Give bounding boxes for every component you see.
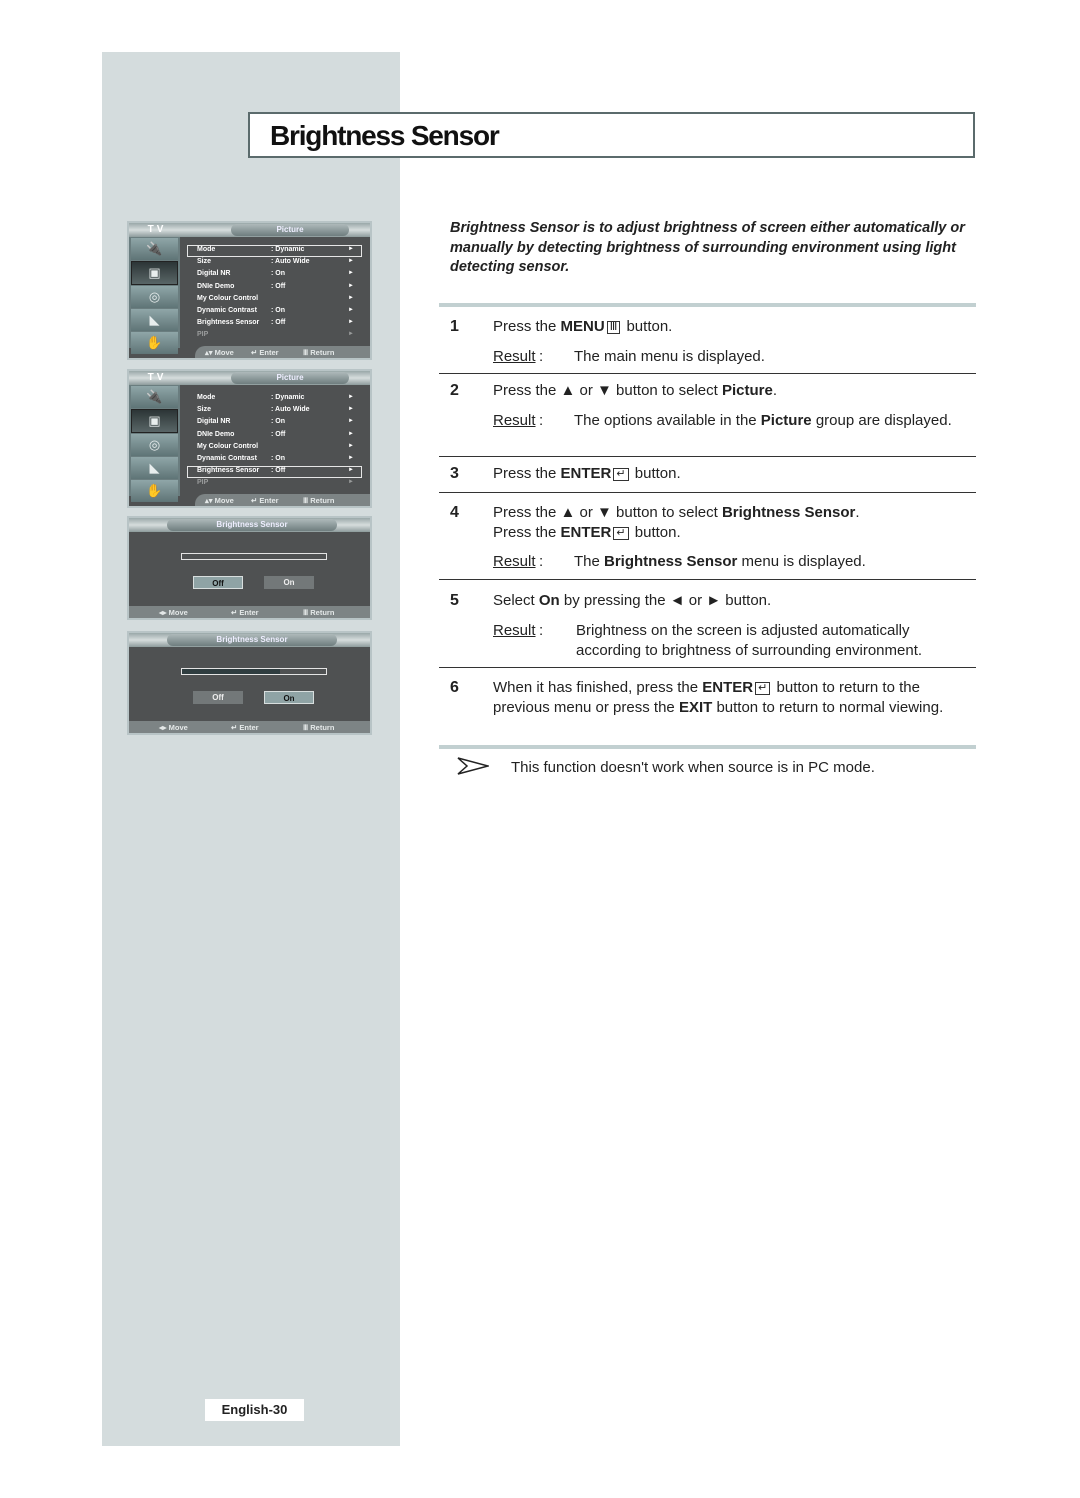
osd-menu-item-mode[interactable]: Mode: Dynamic ► [187,245,362,258]
osd-menu-item-size[interactable]: Size: Auto Wide ► [187,257,362,269]
osd-footer: ◂▸ Move ↵ Enter Ⅲ Return [129,606,370,618]
osd-return-hint: Ⅲ Return [303,608,335,617]
osd-menu-item-dynamic-contrast[interactable]: Dynamic Contrast: On ► [187,306,362,318]
page-title-box: Brightness Sensor [248,112,975,158]
brightness-level-fill [182,669,280,674]
osd-menu-item-brightness-sensor[interactable]: Brightness Sensor: Off ► [187,466,362,479]
channel-icon: ◣ [131,457,178,479]
brightness-level-bar [181,553,327,560]
osd-move-hint: ▴▾ Move [205,348,234,357]
arrow-right-icon: ► [348,319,354,326]
input-icon: 🔌 [131,386,178,408]
osd-title: Picture [231,372,349,384]
osd-tv-label: TV [147,372,167,383]
osd-footer: ▴▾ Move ↵ Enter Ⅲ Return [195,346,370,358]
osd-menu-item-brightness-sensor[interactable]: Brightness Sensor: Off ► [187,318,362,330]
osd-menu-item-digital-nr[interactable]: Digital NR: On ► [187,417,362,429]
arrow-right-icon: ► [348,270,354,277]
osd-menu-item-mode[interactable]: Mode: Dynamic ► [187,393,362,405]
osd-menu-item-size[interactable]: Size: Auto Wide ► [187,405,362,417]
arrow-right-icon: ► [348,331,354,338]
arrow-right-icon: ► [348,430,354,437]
off-button[interactable]: Off [193,576,243,589]
osd-enter-hint: ↵ Enter [251,348,279,357]
arrow-right-icon: ► [348,258,354,265]
osd-move-hint: ◂▸ Move [159,723,188,732]
divider [439,579,976,580]
osd-return-hint: Ⅲ Return [303,348,335,357]
divider [439,492,976,493]
off-button[interactable]: Off [193,691,243,704]
osd-footer: ◂▸ Move ↵ Enter Ⅲ Return [129,721,370,733]
enter-icon: ↵ [613,468,629,481]
input-icon: 🔌 [131,238,178,260]
arrow-right-icon: ► [348,454,354,461]
setup-icon: ✋ [131,332,178,354]
osd-menu-item-digital-nr[interactable]: Digital NR: On ► [187,269,362,281]
menu-icon: Ⅲ [606,321,621,334]
osd-menu-list: Mode: Dynamic ► Size: Auto Wide ► Digital … [187,393,362,491]
osd-dialog-title: Brightness Sensor [167,634,337,646]
divider [439,373,976,374]
osd-brightness-dialog-off: Brightness Sensor Off On ◂▸ Move ↵ Enter… [127,516,372,620]
osd-menu-item-dnie-demo[interactable]: DNIe Demo: Off ► [187,430,362,442]
osd-menu-item-my-colour-control[interactable]: My Colour Control ► [187,294,362,306]
osd-enter-hint: ↵ Enter [251,496,279,505]
channel-icon: ◣ [131,309,178,331]
osd-menu-item-pip: PIP ► [197,331,354,339]
osd-picture-menu-2: TV Picture 🔌 ▣ ◎ ◣ ✋ Mode: Dynamic ► Size… [127,369,372,508]
arrow-right-icon: ► [348,479,354,486]
page-title: Brightness Sensor [270,120,500,151]
sound-icon: ◎ [131,286,178,308]
setup-icon: ✋ [131,480,178,502]
brightness-level-bar [181,668,327,675]
osd-dialog-title: Brightness Sensor [167,519,337,531]
osd-icon-column: 🔌 ▣ ◎ ◣ ✋ [129,385,180,502]
divider-top [439,303,976,307]
osd-brightness-dialog-on: Brightness Sensor Off On ◂▸ Move ↵ Enter… [127,631,372,735]
arrow-right-icon: ► [348,294,354,301]
osd-return-hint: Ⅲ Return [303,496,335,505]
intro-text: Brightness Sensor is to adjust brightnes… [450,220,965,275]
arrow-right-icon: ► [348,282,354,289]
divider-bottom [439,745,976,749]
osd-picture-menu-1: TV Picture 🔌 ▣ ◎ ◣ ✋ Mode: Dynamic ► Size… [127,221,372,360]
osd-menu-list: Mode: Dynamic ► Size: Auto Wide ► Digital … [187,245,362,343]
arrow-right-icon: ► [348,406,354,413]
divider [439,667,976,668]
divider [439,456,976,457]
osd-icon-column: 🔌 ▣ ◎ ◣ ✋ [129,237,180,354]
osd-footer: ▴▾ Move ↵ Enter Ⅲ Return [195,494,370,506]
osd-enter-hint: ↵ Enter [231,723,259,732]
osd-menu-item-dynamic-contrast[interactable]: Dynamic Contrast: On ► [187,454,362,466]
arrow-right-icon: ► [348,442,354,449]
osd-tv-label: TV [147,224,167,235]
osd-move-hint: ◂▸ Move [159,608,188,617]
osd-move-hint: ▴▾ Move [205,496,234,505]
osd-menu-item-pip: PIP ► [197,479,354,487]
arrow-right-icon: ► [348,246,354,252]
osd-return-hint: Ⅲ Return [303,723,335,732]
note-arrow-icon [457,757,489,775]
sound-icon: ◎ [131,434,178,456]
page-number: English-30 [205,1399,304,1421]
enter-icon: ↵ [755,682,771,695]
picture-icon: ▣ [131,261,178,285]
arrow-right-icon: ► [348,306,354,313]
picture-icon: ▣ [131,409,178,433]
on-button[interactable]: On [264,576,314,589]
osd-menu-item-dnie-demo[interactable]: DNIe Demo: Off ► [187,282,362,294]
osd-enter-hint: ↵ Enter [231,608,259,617]
arrow-right-icon: ► [348,418,354,425]
arrow-right-icon: ► [348,467,354,474]
osd-menu-item-my-colour-control[interactable]: My Colour Control ► [187,442,362,454]
on-button[interactable]: On [264,691,314,704]
enter-icon: ↵ [613,526,629,540]
osd-title: Picture [231,224,349,236]
arrow-right-icon: ► [348,394,354,400]
